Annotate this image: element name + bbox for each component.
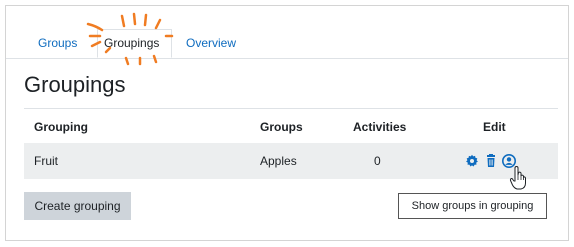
page-title: Groupings xyxy=(24,72,126,97)
tooltip: Show groups in grouping xyxy=(398,193,547,219)
column-header-grouping: Grouping xyxy=(34,120,88,134)
create-grouping-button[interactable]: Create grouping xyxy=(24,192,131,220)
table-row: Fruit Apples 0 xyxy=(24,143,558,179)
hand-cursor-icon xyxy=(509,166,526,190)
tab-groups[interactable]: Groups xyxy=(38,36,77,50)
column-header-groups: Groups xyxy=(260,120,303,134)
settings-icon[interactable] xyxy=(465,154,479,168)
table-header: Grouping Groups Activities Edit xyxy=(24,108,558,144)
column-header-activities: Activities xyxy=(353,120,407,134)
cell-grouping-name: Fruit xyxy=(34,154,58,168)
page-frame: Groups Groupings Overview Groupings Grou… xyxy=(5,5,569,241)
tab-overview[interactable]: Overview xyxy=(186,36,236,50)
delete-icon[interactable] xyxy=(484,154,498,168)
cell-activities: 0 xyxy=(374,154,381,168)
column-header-edit: Edit xyxy=(483,120,506,134)
highlight-scribble xyxy=(86,12,174,66)
cell-groups: Apples xyxy=(260,154,297,168)
tab-bar: Groups Groupings Overview xyxy=(6,6,568,66)
